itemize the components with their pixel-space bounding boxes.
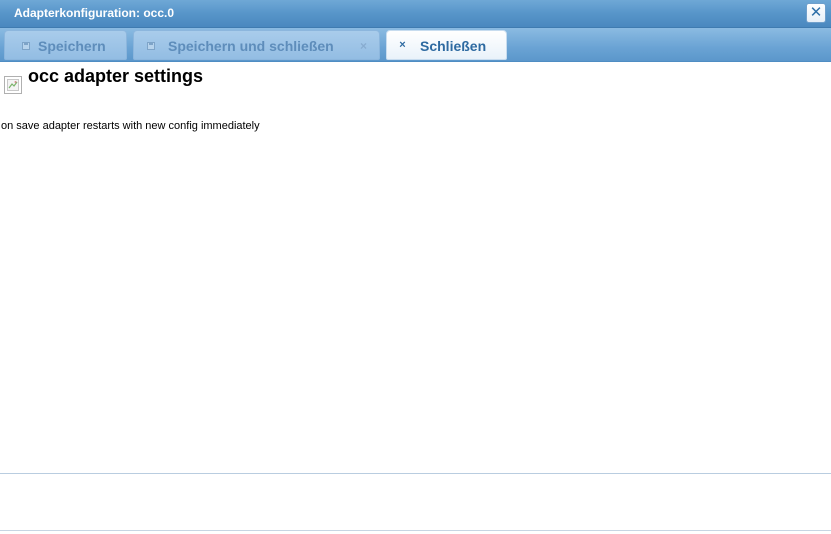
close-button[interactable]: × Schließen bbox=[386, 30, 507, 60]
disk-icon bbox=[22, 42, 30, 50]
save-button[interactable]: Speichern bbox=[4, 30, 127, 60]
close-icon: ✕ bbox=[809, 4, 823, 21]
broken-image-icon bbox=[4, 76, 22, 94]
restart-note: on save adapter restarts with new config… bbox=[1, 120, 260, 132]
dialog-close-button[interactable]: ✕ bbox=[806, 3, 826, 23]
close-icon: × bbox=[399, 39, 406, 51]
dialog-title: Adapterkonfiguration: occ.0 bbox=[14, 6, 175, 20]
adapter-config-dialog: Adapterkonfiguration: occ.0 ✕ Speichern … bbox=[0, 0, 831, 534]
disk-icon bbox=[147, 42, 155, 50]
save-and-close-button-label: Speichern und schließen bbox=[168, 38, 334, 54]
close-button-label: Schließen bbox=[420, 38, 487, 54]
dialog-titlebar[interactable]: Adapterkonfiguration: occ.0 ✕ bbox=[0, 0, 831, 28]
page-title: occ adapter settings bbox=[28, 66, 204, 86]
dialog-button-bar: Speichern Speichern und schließen × × Sc… bbox=[0, 28, 831, 62]
save-and-close-button[interactable]: Speichern und schließen × bbox=[133, 30, 380, 60]
dialog-bottom-divider bbox=[0, 530, 831, 531]
dialog-content: occ adapter settings on save adapter res… bbox=[0, 62, 831, 474]
save-button-label: Speichern bbox=[38, 38, 106, 54]
close-icon: × bbox=[360, 39, 368, 53]
